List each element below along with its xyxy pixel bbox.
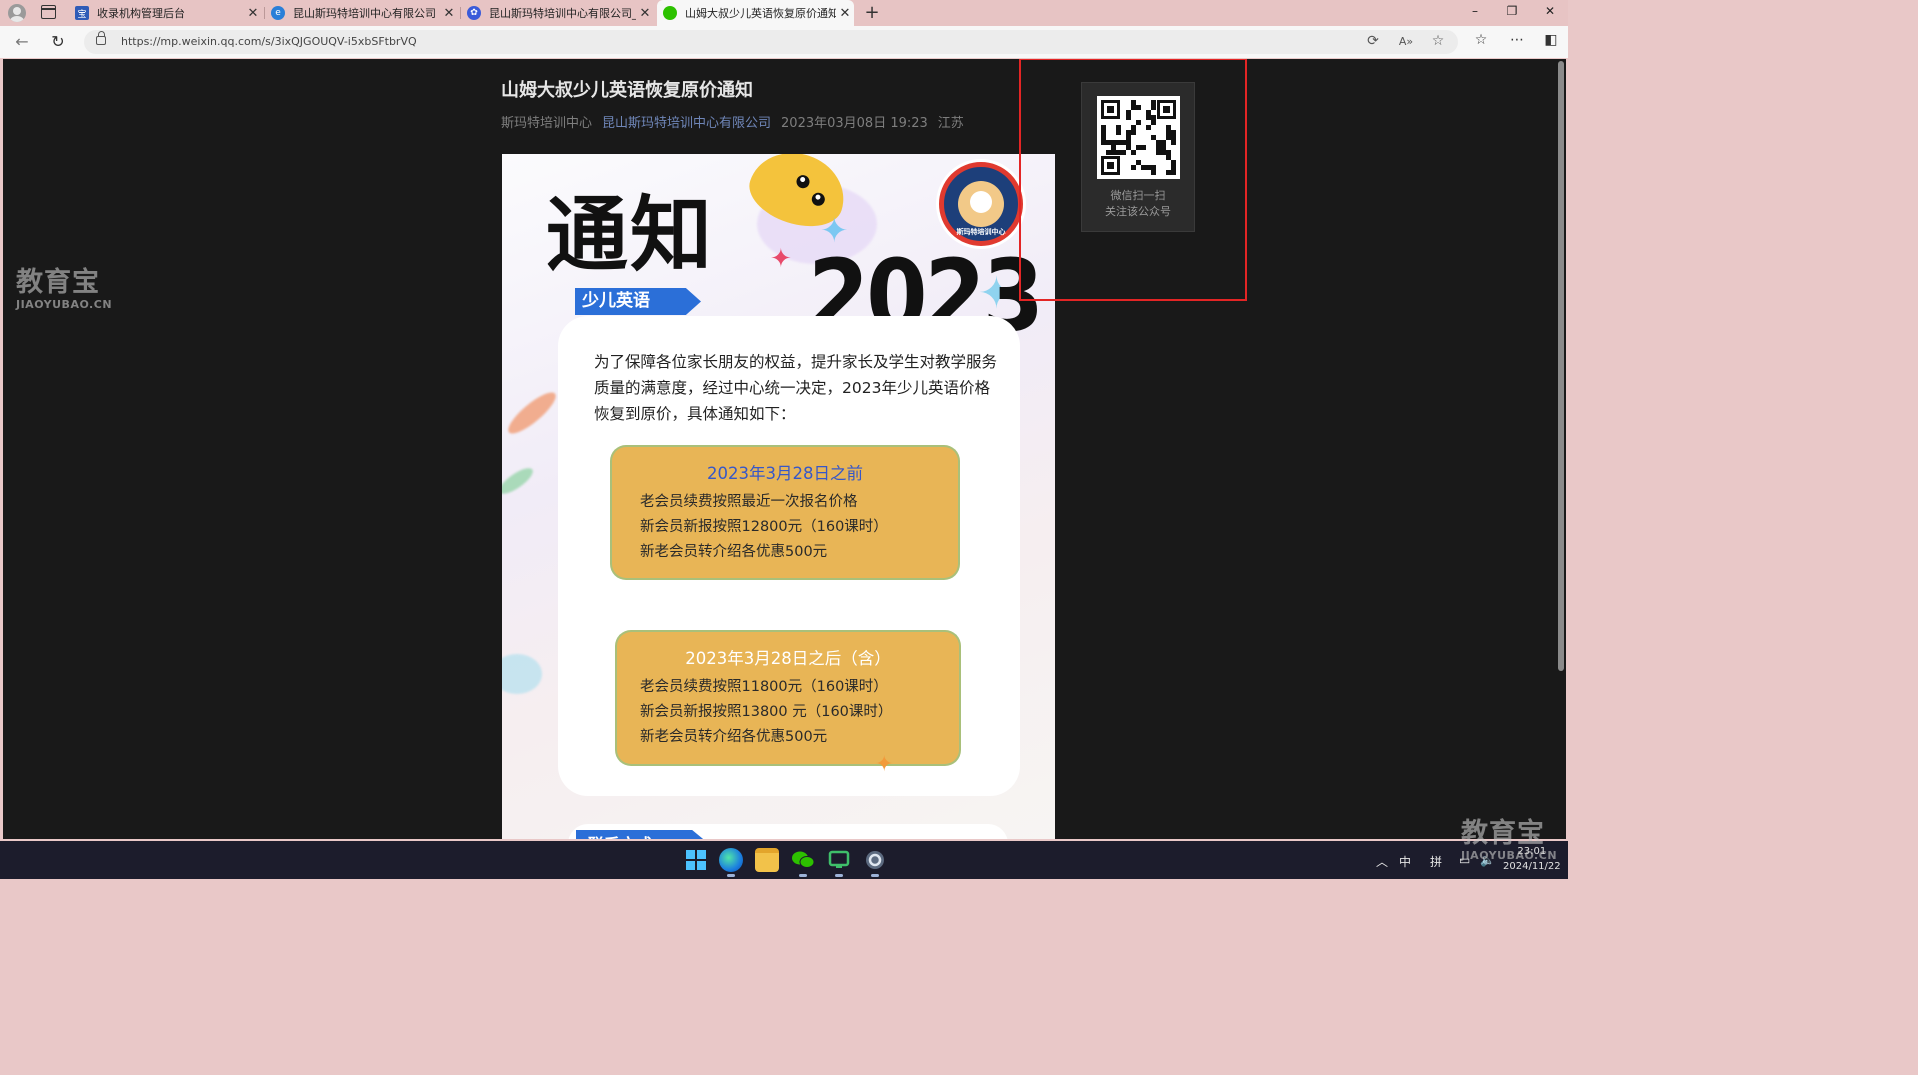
- navigation-bar: ← ↻ https://mp.weixin.qq.com/s/3ixQJGOUQ…: [0, 26, 1568, 58]
- watermark: 教育宝 JIAOYUBAO.CN: [1461, 818, 1558, 862]
- close-window-icon[interactable]: ✕: [1540, 4, 1560, 18]
- remote-desktop-icon[interactable]: [827, 848, 851, 872]
- wechat-favicon-icon: [663, 6, 677, 20]
- restore-icon[interactable]: ❐: [1502, 4, 1522, 18]
- url-text[interactable]: https://mp.weixin.qq.com/s/3ixQJGOUQV-i5…: [121, 35, 417, 48]
- new-tab-button[interactable]: +: [863, 2, 881, 23]
- publish-location: 江苏: [937, 116, 964, 131]
- tab-title: 山姆大叔少儿英语恢复原价通知: [685, 7, 836, 20]
- tab-close-icon[interactable]: ✕: [836, 6, 854, 21]
- tab-close-icon[interactable]: ✕: [636, 6, 654, 21]
- tray-overflow-chevron-icon[interactable]: ︿: [1376, 853, 1388, 870]
- before-line: 老会员续费按照最近一次报名价格: [640, 494, 858, 510]
- notice-poster-image: 通知 ✦ ✦ ✦ 斯玛特培训中心 2023 少儿英语 为了保障各位家长朋友的权益…: [502, 154, 1055, 839]
- settings-icon[interactable]: [863, 848, 887, 872]
- sidebar-icon[interactable]: ◧: [1541, 32, 1561, 48]
- highlight-annotation-box: [1019, 59, 1247, 301]
- contact-ribbon: 联系方式: [576, 830, 708, 839]
- admin-favicon-icon: 宝: [75, 6, 89, 20]
- tab-close-icon[interactable]: ✕: [244, 6, 262, 21]
- category-ribbon: 少儿英语: [575, 288, 701, 315]
- before-line: 新会员新报按照12800元（160课时）: [640, 519, 888, 535]
- taskbar: ︿ 中 拼 ▭ 🔈 23:01 2024/11/22 教育宝 JIAOYUBAO…: [0, 820, 1568, 879]
- publish-datetime: 2023年03月08日 19:23: [781, 116, 928, 131]
- scrollbar[interactable]: [1558, 61, 1564, 671]
- favorites-list-icon[interactable]: ☆: [1471, 32, 1491, 48]
- notice-card: 为了保障各位家长朋友的权益，提升家长及学生对教学服务质量的满意度，经过中心统一决…: [558, 316, 1020, 796]
- tab-actions-icon[interactable]: [41, 5, 56, 19]
- edge-icon[interactable]: [719, 848, 743, 872]
- article-title: 山姆大叔少儿英语恢复原价通知: [501, 80, 753, 101]
- wechat-icon[interactable]: [791, 848, 815, 872]
- price-after-box: 2023年3月28日之后（含） 老会员续费按照11800元（160课时） 新会员…: [619, 634, 957, 762]
- ime-mode-indicator[interactable]: 拼: [1430, 853, 1442, 870]
- title-bar: 宝 收录机构管理后台 ✕ e 昆山斯玛特培训中心有限公司 - 天 ✕ ✿ 昆山斯…: [0, 0, 1568, 26]
- sparkle-icon: ✦: [875, 752, 894, 777]
- tab-title: 昆山斯玛特培训中心有限公司 - 天: [293, 7, 440, 20]
- page-viewport: 教育宝 JIAOYUBAO.CN 山姆大叔少儿英语恢复原价通知 斯玛特培训中心 …: [3, 59, 1566, 839]
- before-line: 新老会员转介绍各优惠500元: [640, 544, 828, 560]
- edge-favicon-icon: e: [271, 6, 285, 20]
- address-bar[interactable]: https://mp.weixin.qq.com/s/3ixQJGOUQV-i5…: [84, 30, 1458, 54]
- after-line: 新会员新报按照13800 元（160课时）: [640, 704, 893, 720]
- account-link[interactable]: 昆山斯玛特培训中心有限公司: [602, 112, 771, 131]
- before-heading: 2023年3月28日之前: [707, 464, 863, 483]
- article-author: 斯玛特培训中心: [501, 116, 593, 131]
- translate-icon[interactable]: ⟳: [1364, 33, 1382, 49]
- watermark: 教育宝 JIAOYUBAO.CN: [16, 267, 113, 311]
- sparkle-icon: ✦: [770, 244, 792, 274]
- tab-title: 收录机构管理后台: [97, 7, 185, 20]
- baidu-paw-favicon-icon: ✿: [467, 6, 481, 20]
- minimize-icon[interactable]: –: [1465, 4, 1485, 18]
- tab-close-icon[interactable]: ✕: [440, 6, 458, 21]
- refresh-icon[interactable]: ↻: [48, 32, 68, 52]
- after-heading: 2023年3月28日之后（含）: [685, 649, 891, 668]
- more-icon[interactable]: ⋯: [1507, 32, 1527, 48]
- school-logo: 斯玛特培训中心: [939, 162, 1023, 246]
- poster-headline: 通知: [546, 188, 715, 283]
- tab-baidu[interactable]: ✿ 昆山斯玛特培训中心有限公司_百度 ✕: [467, 0, 654, 26]
- ime-language-indicator[interactable]: 中: [1399, 853, 1411, 870]
- tab-tianyancha[interactable]: e 昆山斯玛特培训中心有限公司 - 天 ✕: [271, 0, 458, 26]
- tab-wechat-article[interactable]: 山姆大叔少儿英语恢复原价通知 ✕: [657, 0, 854, 26]
- read-aloud-icon[interactable]: A»: [1397, 35, 1415, 48]
- after-line: 新老会员转介绍各优惠500元: [640, 729, 828, 745]
- favorite-star-icon[interactable]: ☆: [1429, 33, 1447, 49]
- back-arrow-icon[interactable]: ←: [12, 32, 32, 52]
- after-line: 老会员续费按照11800元（160课时）: [640, 679, 888, 695]
- lock-icon[interactable]: [96, 31, 106, 45]
- windows-start-icon[interactable]: [684, 848, 708, 872]
- tab-admin[interactable]: 宝 收录机构管理后台 ✕: [75, 0, 262, 26]
- notice-intro: 为了保障各位家长朋友的权益，提升家长及学生对教学服务质量的满意度，经过中心统一决…: [594, 353, 998, 423]
- file-explorer-icon[interactable]: [755, 848, 779, 872]
- profile-avatar-icon[interactable]: [8, 4, 26, 22]
- article-meta: 斯玛特培训中心 昆山斯玛特培训中心有限公司 2023年03月08日 19:23 …: [501, 112, 964, 131]
- price-before-box: 2023年3月28日之前 老会员续费按照最近一次报名价格 新会员新报按照1280…: [614, 449, 956, 576]
- tab-title: 昆山斯玛特培训中心有限公司_百度: [489, 7, 636, 20]
